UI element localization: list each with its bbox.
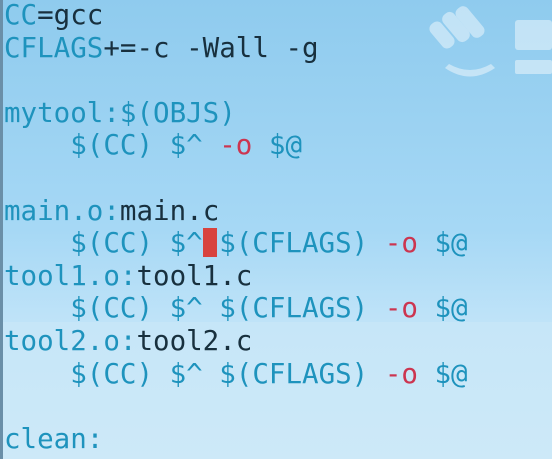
code-keyword: $@ [252, 129, 303, 162]
code-keyword: main.o: [4, 194, 120, 227]
code-line[interactable]: main.o:main.c [4, 195, 468, 228]
code-line[interactable]: tool2.o:tool2.c [4, 325, 468, 358]
code-keyword: $(CC) $^ [4, 129, 220, 162]
code-text: =gcc [37, 0, 104, 31]
code-line[interactable]: $(CC) $^ -o $@ [4, 129, 468, 162]
code-keyword: mytool:$(OBJS) [4, 96, 236, 129]
code-option: -o [384, 292, 418, 325]
code-keyword: $@ [417, 292, 468, 325]
code-keyword: $(CC) $^ [4, 227, 203, 260]
code-keyword: $(CC) $^ $(CFLAGS) [4, 292, 385, 325]
code-option: -o [384, 227, 418, 260]
code-line[interactable]: $(CC) $^ $(CFLAGS) -o $@ [4, 292, 468, 325]
code-keyword: $(CFLAGS) [219, 227, 385, 260]
code-keyword: $@ [417, 357, 468, 390]
code-text: main.c [119, 194, 220, 227]
code-text: +=-c -Wall -g [103, 31, 319, 64]
code-text: tool2.c [136, 324, 253, 357]
code-keyword: CFLAGS [4, 31, 104, 64]
text-cursor [202, 228, 217, 258]
code-option: -o [219, 129, 253, 162]
code-line[interactable]: CC=gcc [4, 0, 468, 32]
code-line[interactable] [4, 162, 468, 195]
code-text: tool1.c [136, 259, 253, 292]
code-line[interactable] [4, 64, 468, 97]
code-keyword: $(CC) $^ $(CFLAGS) [4, 357, 385, 390]
code-option: -o [384, 357, 418, 390]
window-edge [0, 0, 3, 459]
code-line[interactable] [4, 390, 468, 423]
code-line[interactable]: mytool:$(OBJS) [4, 97, 468, 130]
code-keyword: CC [4, 0, 38, 31]
code-line[interactable]: CFLAGS+=-c -Wall -g [4, 32, 468, 65]
code-line[interactable]: clean: [4, 423, 468, 456]
code-keyword: tool1.o: [4, 259, 137, 292]
code-keyword: clean: [4, 422, 104, 455]
code-line[interactable]: tool1.o:tool1.c [4, 260, 468, 293]
code-keyword: tool2.o: [4, 324, 137, 357]
code-editor[interactable]: CC=gcc CFLAGS+=-c -Wall -g mytool:$(OBJS) … [4, 0, 468, 455]
code-line[interactable]: $(CC) $^ $(CFLAGS) -o $@ [4, 357, 468, 391]
code-keyword: $@ [417, 227, 468, 260]
code-line[interactable]: $(CC) $^ $(CFLAGS) -o $@ [4, 227, 468, 260]
